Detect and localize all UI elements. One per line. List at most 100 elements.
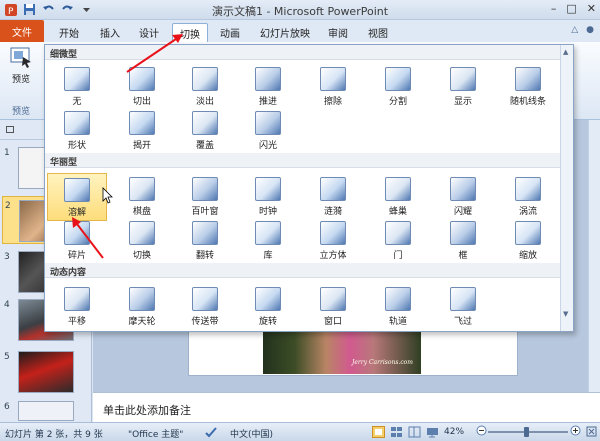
transition-1-8[interactable]: 碎片 <box>47 217 107 265</box>
transition-0-9[interactable]: 揭开 <box>112 107 172 155</box>
language-status[interactable]: 中文(中国) <box>230 427 273 440</box>
scroll-up-icon[interactable]: ▲ <box>563 48 568 56</box>
transition-2-4[interactable]: 窗口 <box>303 283 363 331</box>
transition-1-5[interactable]: 蜂巢 <box>368 173 428 221</box>
slideshow-view-icon[interactable] <box>426 426 439 441</box>
transition-1-10[interactable]: 翻转 <box>175 217 235 265</box>
reading-view-icon[interactable] <box>408 426 421 441</box>
transition-2-5[interactable]: 轨道 <box>368 283 428 331</box>
tab-review[interactable]: 审阅 <box>324 23 352 42</box>
slide-sorter-view-icon[interactable] <box>390 426 403 441</box>
transition-0-11[interactable]: 闪光 <box>238 107 298 155</box>
slides-tab-icon[interactable] <box>6 126 14 133</box>
transition-1-3[interactable]: 时钟 <box>238 173 298 221</box>
section-subtle: 细微型 <box>45 45 561 60</box>
normal-view-icon[interactable] <box>372 426 385 441</box>
window-title: 演示文稿1 - Microsoft PowerPoint <box>211 5 389 18</box>
gallery-scrollbar[interactable]: ▲ ▼ <box>560 45 573 331</box>
transition-1-2[interactable]: 百叶窗 <box>175 173 235 221</box>
transition-0-8[interactable]: 形状 <box>47 107 107 155</box>
minimize-icon[interactable]: – <box>551 2 557 15</box>
tab-slideshow[interactable]: 幻灯片放映 <box>256 23 314 42</box>
transition-icon <box>450 67 476 91</box>
transition-1-7[interactable]: 涡流 <box>498 173 558 221</box>
zoom-in-icon[interactable] <box>570 425 581 439</box>
transition-1-6[interactable]: 闪耀 <box>433 173 493 221</box>
title-bar: P 演示文稿1 - Microsoft PowerPoint – □ ✕ <box>0 0 600 20</box>
preview-icon <box>9 46 33 68</box>
transition-label: 切出 <box>132 97 151 107</box>
transition-icon <box>515 221 541 245</box>
transition-icon <box>64 178 90 202</box>
transition-0-1[interactable]: 切出 <box>112 63 172 111</box>
transition-label: 擦除 <box>323 97 342 107</box>
transition-icon <box>385 177 411 201</box>
tab-view[interactable]: 视图 <box>364 23 392 42</box>
slide-thumbnail-5[interactable]: 5 <box>2 348 90 396</box>
transition-1-12[interactable]: 立方体 <box>303 217 363 265</box>
zoom-level[interactable]: 42% <box>444 427 464 437</box>
slide-thumbnail-6[interactable]: 6 <box>2 398 90 421</box>
tab-transitions[interactable]: 切换 <box>172 23 208 42</box>
zoom-slider-thumb[interactable] <box>524 427 529 437</box>
transition-label: 分割 <box>388 97 407 107</box>
transition-0-5[interactable]: 分割 <box>368 63 428 111</box>
zoom-out-icon[interactable] <box>476 425 487 439</box>
transition-2-3[interactable]: 旋转 <box>238 283 298 331</box>
theme-status[interactable]: "Office 主题" <box>128 427 183 440</box>
transition-label: 摩天轮 <box>128 317 156 327</box>
transition-label: 立方体 <box>319 251 347 261</box>
transition-1-11[interactable]: 库 <box>238 217 298 265</box>
transition-1-1[interactable]: 棋盘 <box>112 173 172 221</box>
transition-1-14[interactable]: 框 <box>433 217 493 265</box>
transition-1-13[interactable]: 门 <box>368 217 428 265</box>
transition-label: 闪光 <box>258 141 277 151</box>
fit-to-window-icon[interactable] <box>586 426 597 440</box>
notes-placeholder: 单击此处添加备注 <box>103 404 191 417</box>
transition-1-0[interactable]: 溶解 <box>47 173 107 221</box>
maximize-icon[interactable]: □ <box>566 2 576 15</box>
section-dynamic-content: 动态内容 <box>45 263 561 278</box>
notes-pane[interactable]: 单击此处添加备注 <box>93 392 600 422</box>
transition-1-4[interactable]: 涟漪 <box>303 173 363 221</box>
tab-design[interactable]: 设计 <box>135 23 163 42</box>
transition-1-9[interactable]: 切换 <box>112 217 172 265</box>
transition-0-4[interactable]: 擦除 <box>303 63 363 111</box>
transition-2-0[interactable]: 平移 <box>47 283 107 331</box>
transition-label: 淡出 <box>195 97 214 107</box>
ribbon-minimize-icon[interactable]: △ <box>571 25 578 35</box>
transition-label: 蜂巢 <box>388 207 407 217</box>
slide-number: 4 <box>4 300 10 310</box>
help-icon[interactable]: ● <box>586 25 594 35</box>
transition-icon <box>129 67 155 91</box>
slide-photo[interactable]: Jerry Carrisons.com <box>263 326 421 374</box>
transition-0-2[interactable]: 淡出 <box>175 63 235 111</box>
transition-0-6[interactable]: 显示 <box>433 63 493 111</box>
zoom-slider[interactable] <box>488 427 568 437</box>
transition-0-0[interactable]: 无 <box>47 63 107 111</box>
preview-button[interactable]: 预览 <box>4 46 38 92</box>
transition-icon <box>64 111 90 135</box>
scroll-down-icon[interactable]: ▼ <box>563 310 568 318</box>
transition-icon <box>450 177 476 201</box>
transition-1-15[interactable]: 缩放 <box>498 217 558 265</box>
transition-0-7[interactable]: 随机线条 <box>498 63 558 111</box>
transition-icon <box>129 177 155 201</box>
tab-animations[interactable]: 动画 <box>216 23 244 42</box>
spellcheck-icon[interactable] <box>205 426 217 441</box>
transition-0-3[interactable]: 推进 <box>238 63 298 111</box>
transition-2-6[interactable]: 飞过 <box>433 283 493 331</box>
transition-2-1[interactable]: 摩天轮 <box>112 283 172 331</box>
transition-icon <box>255 221 281 245</box>
tab-insert[interactable]: 插入 <box>96 23 124 42</box>
canvas-vertical-scrollbar[interactable] <box>588 120 600 392</box>
transition-icon <box>515 177 541 201</box>
transition-0-10[interactable]: 覆盖 <box>175 107 235 155</box>
ribbon-tab-row: 文件 开始 插入 设计 切换 动画 幻灯片放映 审阅 视图 △ ● <box>0 20 600 42</box>
tab-home[interactable]: 开始 <box>55 23 83 42</box>
transition-2-2[interactable]: 传送带 <box>175 283 235 331</box>
transition-label: 碎片 <box>67 251 86 261</box>
tab-file[interactable]: 文件 <box>0 20 44 42</box>
close-icon[interactable]: ✕ <box>587 2 596 15</box>
ribbon-right-controls: △ ● <box>571 25 594 35</box>
